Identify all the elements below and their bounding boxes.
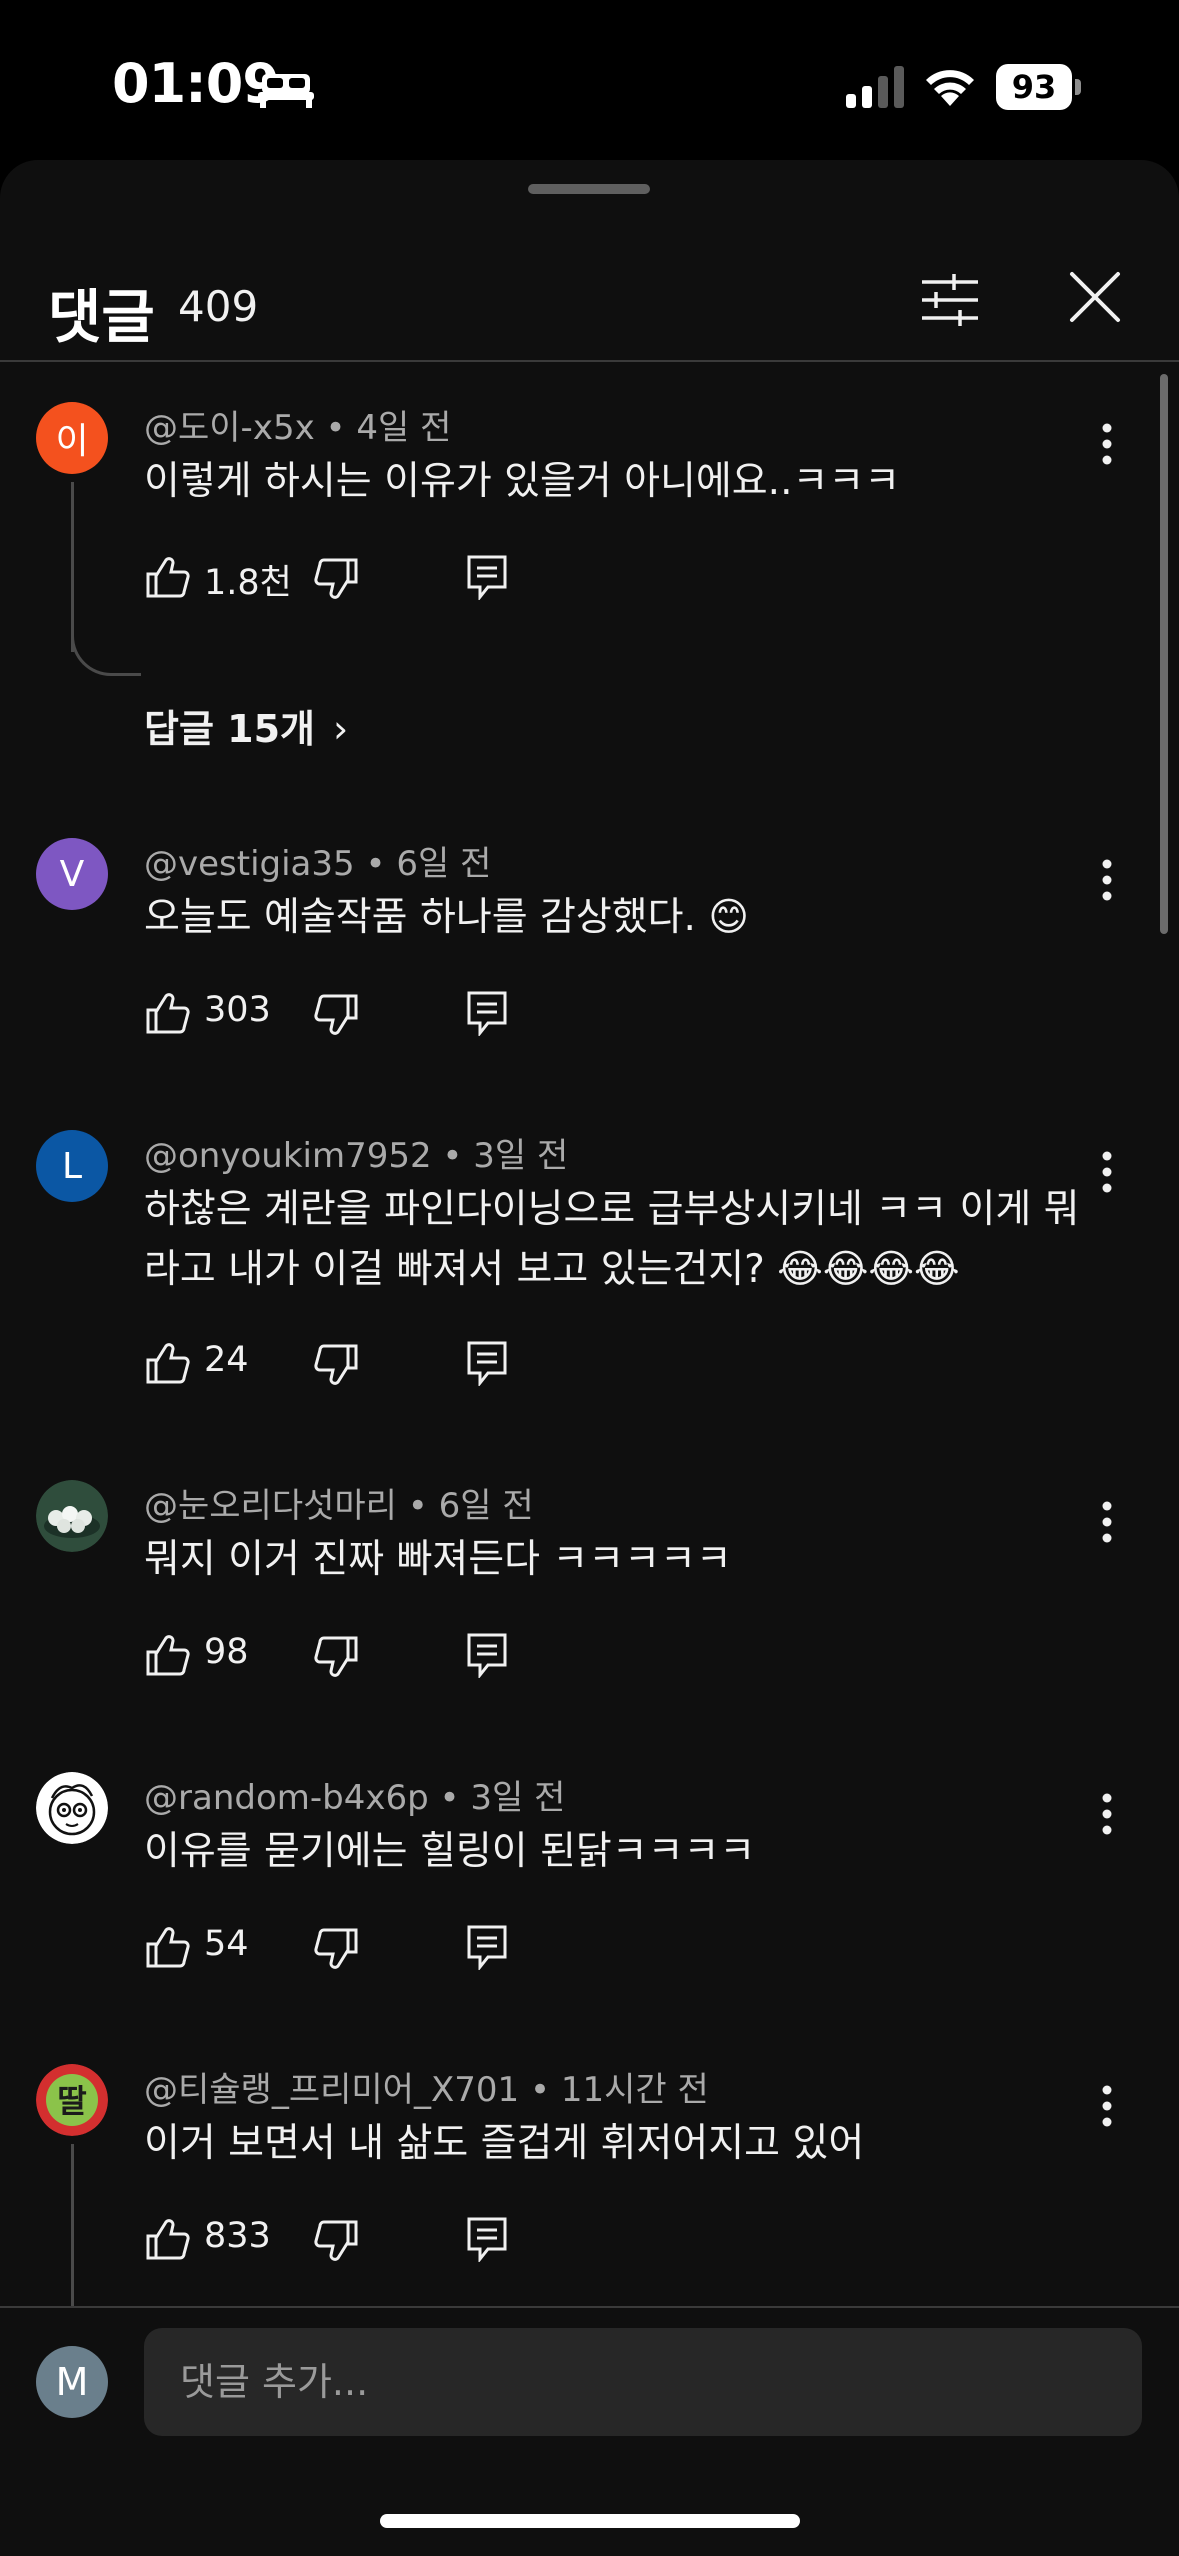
like-count: 24 (204, 1340, 249, 1380)
comment-count: 409 (178, 282, 259, 331)
svg-text:딸: 딸 (57, 2082, 86, 2120)
comment-meta: @도이-x5x • 4일 전 (144, 408, 452, 448)
view-replies-link[interactable]: 답글 15개 › (144, 698, 348, 753)
comment-item: 이 @도이-x5x • 4일 전 이렇게 하시는 이유가 있을거 아니에요..ㅋ… (0, 390, 1150, 760)
dislike-icon[interactable] (314, 992, 360, 1038)
header-divider (0, 360, 1179, 362)
avatar[interactable]: L (36, 1130, 108, 1202)
comment-age: 3일 전 (470, 1778, 566, 1818)
reply-icon[interactable] (466, 2216, 508, 2262)
comment-author[interactable]: @vestigia35 (144, 844, 355, 884)
more-options-icon[interactable] (1090, 1492, 1124, 1552)
sheet-header: 댓글 409 (0, 230, 1179, 360)
comment-age: 6일 전 (438, 1486, 534, 1526)
comment-actions: 24 (144, 1336, 544, 1396)
comment-item: L @onyoukim7952 • 3일 전 하찮은 계란을 파인다이닝으로 급… (0, 1118, 1150, 1418)
like-count: 98 (204, 1632, 249, 1672)
comment-actions: 833 (144, 2212, 544, 2272)
add-comment-input[interactable] (144, 2328, 1142, 2436)
comment-meta: @티슐랭_프리미어_X701 • 11시간 전 (144, 2070, 709, 2110)
comment-age: 3일 전 (473, 1136, 569, 1176)
comment-author[interactable]: @random-b4x6p (144, 1778, 429, 1818)
sheet-title: 댓글 (48, 283, 155, 351)
more-options-icon[interactable] (1090, 850, 1124, 910)
like-count: 54 (204, 1924, 249, 1964)
comment-text: 이거 보면서 내 삶도 즐겁게 휘저어지고 있어 (144, 2121, 865, 2166)
comment-item: @눈오리다섯마리 • 6일 전 뭐지 이거 진짜 빠져든다 ㅋㅋㅋㅋㅋ 98 (0, 1468, 1150, 1708)
reply-icon[interactable] (466, 990, 508, 1036)
more-options-icon[interactable] (1090, 1142, 1124, 1202)
thread-curve (71, 626, 141, 676)
more-options-icon[interactable] (1090, 2076, 1124, 2136)
status-time: 01:09 (112, 52, 280, 115)
avatar[interactable] (36, 1772, 108, 1844)
comment-item: @random-b4x6p • 3일 전 이유를 묻기에는 힐링이 된닭ㅋㅋㅋㅋ… (0, 1760, 1150, 2000)
avatar[interactable] (36, 1480, 108, 1552)
status-bar: 01:09 93 (0, 0, 1179, 160)
like-icon[interactable] (144, 990, 190, 1036)
comment-text: 오늘도 예술작품 하나를 감상했다. 😊 (144, 895, 749, 940)
user-avatar[interactable]: M (36, 2346, 108, 2418)
drag-handle[interactable] (528, 184, 650, 194)
battery-icon: 93 (996, 64, 1081, 110)
filter-sliders-icon[interactable] (918, 268, 982, 332)
like-count: 833 (204, 2216, 271, 2256)
close-icon[interactable] (1066, 268, 1124, 326)
comment-text: 이유를 묻기에는 힐링이 된닭ㅋㅋㅋㅋ (144, 1829, 756, 1874)
comment-age: 4일 전 (356, 408, 452, 448)
comment-actions: 54 (144, 1920, 544, 1980)
comment-author[interactable]: @티슐랭_프리미어_X701 (144, 2070, 519, 2110)
comment-age: 6일 전 (396, 844, 492, 884)
comment-author[interactable]: @onyoukim7952 (144, 1136, 432, 1176)
like-icon[interactable] (144, 1632, 190, 1678)
comment-text: 이렇게 하시는 이유가 있을거 아니에요..ㅋㅋㅋ (144, 459, 901, 504)
dislike-icon[interactable] (314, 1634, 360, 1680)
reply-icon[interactable] (466, 1924, 508, 1970)
like-icon[interactable] (144, 1340, 190, 1386)
input-divider (0, 2306, 1179, 2308)
comment-text: 뭐지 이거 진짜 빠져든다 ㅋㅋㅋㅋㅋ (144, 1537, 732, 1582)
comment-actions: 98 (144, 1628, 544, 1688)
reply-icon[interactable] (466, 554, 508, 600)
comment-meta: @onyoukim7952 • 3일 전 (144, 1136, 569, 1176)
avatar[interactable]: 딸 (36, 2064, 108, 2136)
cartoon-avatar-image (36, 1772, 108, 1844)
dislike-icon[interactable] (314, 1342, 360, 1388)
comment-item: V @vestigia35 • 6일 전 오늘도 예술작품 하나를 감상했다. … (0, 826, 1150, 1066)
avatar[interactable]: V (36, 838, 108, 910)
comment-meta: @vestigia35 • 6일 전 (144, 844, 492, 884)
scrollbar[interactable] (1160, 374, 1168, 934)
chevron-right-icon: › (333, 707, 349, 751)
like-count: 1.8천 (204, 563, 292, 603)
like-icon[interactable] (144, 554, 190, 600)
like-icon[interactable] (144, 1924, 190, 1970)
cellular-signal-icon (846, 66, 904, 108)
comment-text: 하찮은 계란을 파인다이닝으로 급부상시키네 ㅋㅋ 이게 뭐라고 내가 이걸 빠… (144, 1187, 1080, 1292)
comment-author[interactable]: @눈오리다섯마리 (144, 1486, 397, 1526)
reply-icon[interactable] (466, 1632, 508, 1678)
avatar[interactable]: 이 (36, 402, 108, 474)
comment-actions: 1.8천 (144, 550, 544, 610)
thread-line (71, 2144, 74, 2306)
dislike-icon[interactable] (314, 556, 360, 602)
home-indicator[interactable] (380, 2514, 800, 2528)
like-icon[interactable] (144, 2216, 190, 2262)
dislike-icon[interactable] (314, 2218, 360, 2264)
bed-icon (258, 74, 314, 108)
more-options-icon[interactable] (1090, 1784, 1124, 1844)
battery-level: 93 (1011, 68, 1057, 106)
comment-meta: @random-b4x6p • 3일 전 (144, 1778, 566, 1818)
comment-author[interactable]: @도이-x5x (144, 408, 315, 448)
comment-meta: @눈오리다섯마리 • 6일 전 (144, 1486, 534, 1526)
comment-actions: 303 (144, 986, 544, 1046)
comment-item: 딸 @티슐랭_프리미어_X701 • 11시간 전 이거 보면서 내 삶도 즐겁… (0, 2052, 1150, 2306)
wifi-icon (926, 70, 974, 106)
more-options-icon[interactable] (1090, 414, 1124, 474)
comment-age: 11시간 전 (560, 2070, 709, 2110)
duck-avatar-image (36, 1480, 108, 1552)
strawberry-avatar-image: 딸 (36, 2064, 108, 2136)
reply-icon[interactable] (466, 1340, 508, 1386)
like-count: 303 (204, 990, 271, 1030)
dislike-icon[interactable] (314, 1926, 360, 1972)
